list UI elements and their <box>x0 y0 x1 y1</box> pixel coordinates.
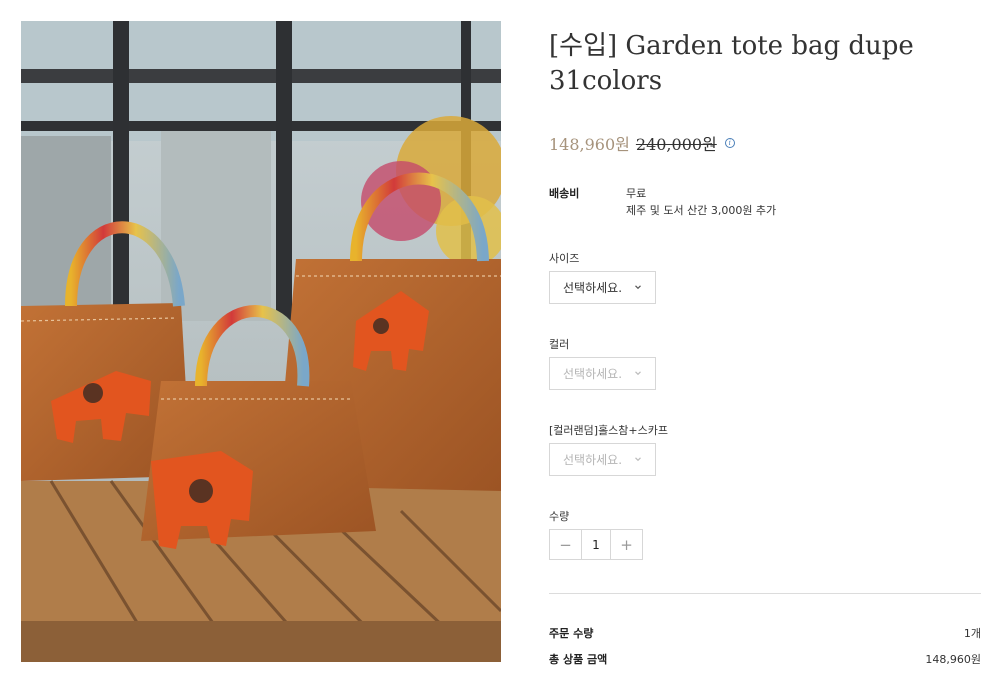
chevron-down-icon <box>635 285 641 290</box>
color-select[interactable]: 선택하세요. <box>549 357 656 390</box>
original-price: 240,000원 <box>635 135 717 154</box>
order-quantity-label: 주문 수량 <box>549 627 594 640</box>
minus-icon[interactable]: − <box>550 530 581 559</box>
quantity-value[interactable]: 1 <box>581 530 611 559</box>
total-price-label: 총 상품 금액 <box>549 653 608 666</box>
total-price-value: 148,960원 <box>925 653 981 666</box>
quantity-stepper: − 1 + <box>549 529 643 560</box>
shipping-label: 배송비 <box>549 187 580 200</box>
sale-price: 148,960원 <box>549 135 630 154</box>
size-select-value: 선택하세요. <box>563 281 623 295</box>
charm-select-value: 선택하세요. <box>563 453 623 467</box>
color-option-label: 컬러 <box>549 338 570 351</box>
shipping-note: 제주 및 도서 산간 3,000원 추가 <box>626 204 777 217</box>
product-image[interactable] <box>21 21 501 662</box>
order-quantity-value: 1개 <box>963 627 981 640</box>
charm-option-label: [컬러랜덤]홀스참+스카프 <box>549 424 668 437</box>
product-title-line2: 31colors <box>549 66 663 96</box>
size-option-label: 사이즈 <box>549 252 580 265</box>
price-row: 148,960원 240,000원 i <box>549 132 735 154</box>
order-quantity-row: 주문 수량 1개 <box>549 625 981 641</box>
charm-select[interactable]: 선택하세요. <box>549 443 656 476</box>
product-title-line1: [수입] Garden tote bag dupe <box>549 31 914 61</box>
color-select-value: 선택하세요. <box>563 367 623 381</box>
quantity-label: 수량 <box>549 510 570 523</box>
chevron-down-icon <box>635 457 641 462</box>
chevron-down-icon <box>635 371 641 376</box>
total-price-row: 총 상품 금액 148,960원 <box>549 651 981 667</box>
shipping-value: 무료 <box>626 187 647 200</box>
size-select[interactable]: 선택하세요. <box>549 271 656 304</box>
plus-icon[interactable]: + <box>611 530 642 559</box>
product-info-panel: [수입] Garden tote bag dupe 31colors 148,9… <box>549 0 981 677</box>
info-circle-icon[interactable]: i <box>724 138 735 148</box>
product-title: [수입] Garden tote bag dupe 31colors <box>549 29 981 99</box>
divider <box>549 593 981 594</box>
